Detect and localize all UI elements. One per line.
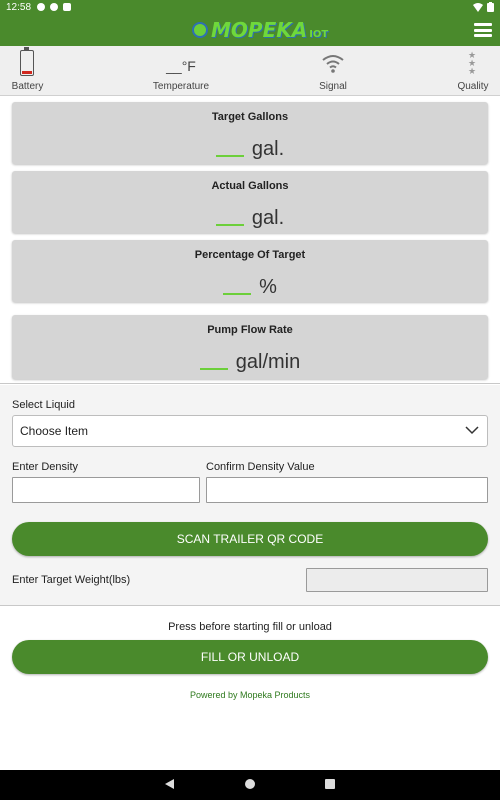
hamburger-menu-icon[interactable] xyxy=(474,23,492,37)
section-divider xyxy=(0,605,500,606)
temperature-indicator: __°F Temperature xyxy=(140,46,222,96)
chevron-down-icon xyxy=(465,426,479,435)
mopeka-logo: MOPEKA IOT xyxy=(192,16,328,44)
card-title: Actual Gallons xyxy=(211,180,289,192)
select-liquid-dropdown[interactable]: Choose Item xyxy=(12,415,488,447)
battery-status-icon xyxy=(487,2,494,12)
value-placeholder xyxy=(223,292,252,295)
app-notification-icon xyxy=(50,3,59,11)
quality-label: Quality xyxy=(457,81,489,92)
logo-mark-icon xyxy=(192,22,208,38)
battery-label: Battery xyxy=(11,81,44,92)
confirm-density-input[interactable] xyxy=(206,477,488,503)
target-gallons-card: Target Gallons gal. xyxy=(12,102,488,164)
sd-card-icon xyxy=(63,3,72,11)
card-value: gal. xyxy=(12,138,488,161)
actual-gallons-card: Actual Gallons gal. xyxy=(12,171,488,233)
status-bar: 12:58 xyxy=(0,0,500,14)
wifi-status-icon xyxy=(473,2,483,12)
battery-indicator: Battery xyxy=(0,46,55,96)
signal-label: Signal xyxy=(319,81,347,92)
logo-sub-text: IOT xyxy=(309,28,329,40)
sensor-status-strip: Battery __°F Temperature Signal ★ ★ ★ Qu… xyxy=(0,46,500,96)
status-right xyxy=(473,2,494,12)
confirm-density-label: Confirm Density Value xyxy=(206,461,315,473)
battery-icon xyxy=(20,47,34,76)
back-nav-icon[interactable] xyxy=(165,779,174,789)
recent-apps-nav-icon[interactable] xyxy=(325,779,335,789)
system-navigation-bar xyxy=(0,770,500,800)
card-unit: gal. xyxy=(251,138,285,160)
signal-indicator: Signal xyxy=(303,46,363,96)
card-unit: % xyxy=(259,276,277,298)
select-liquid-value: Choose Item xyxy=(20,424,89,438)
value-placeholder xyxy=(199,367,228,370)
enter-density-label: Enter Density xyxy=(12,461,79,473)
target-weight-input[interactable] xyxy=(306,568,488,592)
powered-by-text: Powered by Mopeka Products xyxy=(189,690,311,700)
home-nav-icon[interactable] xyxy=(245,779,255,789)
status-time: 12:58 xyxy=(6,1,32,13)
percentage-of-target-card: Percentage Of Target % xyxy=(12,240,488,302)
card-value: % xyxy=(12,276,488,299)
scan-trailer-qr-button[interactable]: SCAN TRAILER QR CODE xyxy=(12,522,488,556)
pump-flow-rate-card: Pump Flow Rate gal/min xyxy=(12,315,488,379)
svg-text:★: ★ xyxy=(468,67,476,76)
quality-stars-icon: ★ ★ ★ xyxy=(468,51,476,76)
card-title: Target Gallons xyxy=(211,111,289,123)
card-unit: gal/min xyxy=(235,351,301,373)
density-input[interactable] xyxy=(12,477,200,503)
temperature-value: __°F xyxy=(166,58,196,74)
target-weight-label: Enter Target Weight(lbs) xyxy=(12,574,131,586)
card-title: Percentage Of Target xyxy=(194,249,306,261)
card-value: gal. xyxy=(12,207,488,230)
notification-icon xyxy=(37,3,46,11)
section-divider xyxy=(0,383,500,384)
select-liquid-label: Select Liquid xyxy=(12,399,75,411)
signal-wifi-icon xyxy=(322,55,344,73)
value-placeholder xyxy=(215,154,244,157)
fill-or-unload-button[interactable]: FILL OR UNLOAD xyxy=(12,640,488,674)
logo-text: MOPEKA xyxy=(211,18,308,42)
card-value: gal/min xyxy=(12,351,488,374)
quality-indicator: ★ ★ ★ Quality xyxy=(447,46,499,96)
fill-instruction-text: Press before starting fill or unload xyxy=(168,621,332,633)
card-unit: gal. xyxy=(251,207,285,229)
app-bar: MOPEKA IOT xyxy=(0,14,500,46)
temperature-label: Temperature xyxy=(152,81,210,92)
card-title: Pump Flow Rate xyxy=(207,324,293,336)
value-placeholder xyxy=(215,223,244,226)
